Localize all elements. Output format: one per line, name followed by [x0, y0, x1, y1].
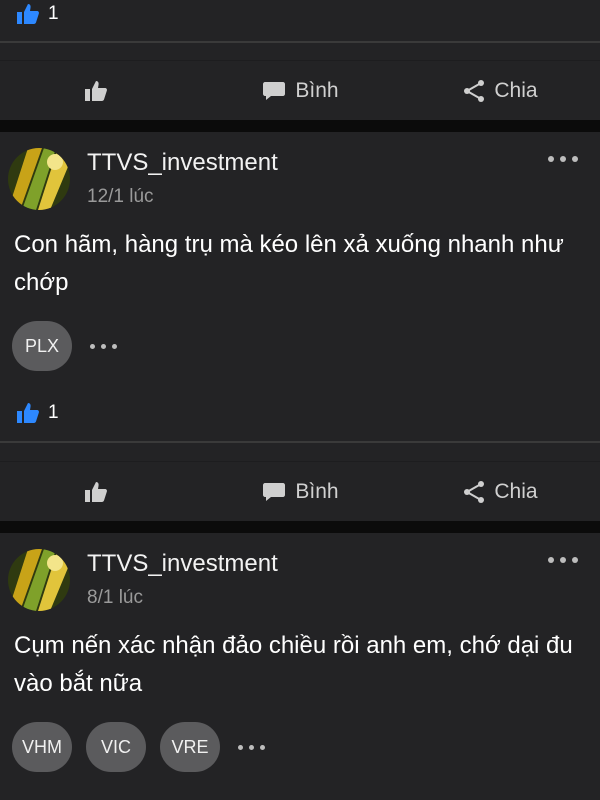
post-timestamp[interactable]: 8/1 lúc	[87, 587, 143, 609]
thumbs-up-icon	[85, 482, 107, 502]
stock-tags: VHM VIC VRE	[12, 722, 265, 772]
avatar-image	[8, 549, 70, 611]
share-icon	[464, 80, 485, 102]
stock-tag[interactable]: VRE	[160, 722, 220, 772]
comment-icon	[263, 483, 286, 501]
more-dots-icon	[548, 156, 554, 162]
post-body: Con hãm, hàng trụ mà kéo lên xả xuống nh…	[14, 231, 564, 296]
like-summary[interactable]: 1	[16, 401, 59, 425]
tags-more-button[interactable]	[90, 343, 117, 349]
action-bar: Bình Chia	[0, 60, 600, 121]
action-bar: Bình Chia	[0, 461, 600, 522]
comment-button[interactable]: Bình	[200, 480, 400, 504]
thumbs-up-icon	[85, 81, 107, 101]
like-count: 1	[48, 3, 59, 24]
post-author[interactable]: TTVS_investment	[87, 149, 278, 177]
post-body: Cụm nến xác nhận đảo chiều rồi anh em, c…	[14, 632, 573, 697]
share-button[interactable]: Chia	[400, 79, 600, 103]
post-options-button[interactable]	[548, 557, 578, 563]
post-separator	[0, 120, 600, 132]
comment-button[interactable]: Bình	[200, 79, 400, 103]
more-dots-icon	[90, 343, 95, 349]
stock-tag[interactable]: PLX	[12, 321, 72, 371]
section-divider	[0, 441, 600, 443]
post-timestamp[interactable]: 12/1 lúc	[87, 186, 154, 208]
thumbs-up-icon	[17, 4, 39, 24]
post-separator	[0, 521, 600, 533]
tags-more-button[interactable]	[238, 744, 265, 750]
share-icon	[464, 481, 485, 503]
stock-tag[interactable]: VHM	[12, 722, 72, 772]
more-dots-icon	[560, 557, 566, 563]
stock-tags: PLX	[12, 321, 117, 371]
post-author[interactable]: TTVS_investment	[87, 550, 278, 578]
post-options-button[interactable]	[548, 156, 578, 162]
more-dots-icon	[249, 744, 254, 750]
share-button[interactable]: Chia	[400, 480, 600, 504]
more-dots-icon	[260, 744, 265, 750]
more-dots-icon	[560, 156, 566, 162]
more-dots-icon	[572, 156, 578, 162]
avatar[interactable]	[8, 148, 70, 210]
comment-label: Bình	[295, 79, 339, 102]
comment-label: Bình	[295, 480, 339, 503]
avatar[interactable]	[8, 549, 70, 611]
more-dots-icon	[238, 744, 243, 750]
like-button[interactable]	[0, 79, 200, 103]
like-summary[interactable]: 1	[16, 2, 59, 26]
share-label: Chia	[494, 79, 538, 102]
more-dots-icon	[548, 557, 554, 563]
like-count: 1	[48, 402, 59, 423]
avatar-image	[8, 148, 70, 210]
comment-icon	[263, 82, 286, 100]
more-dots-icon	[572, 557, 578, 563]
like-button[interactable]	[0, 480, 200, 504]
thumbs-up-icon	[17, 403, 39, 423]
section-divider	[0, 41, 600, 43]
stock-tag[interactable]: VIC	[86, 722, 146, 772]
more-dots-icon	[101, 343, 106, 349]
share-label: Chia	[494, 480, 538, 503]
more-dots-icon	[112, 343, 117, 349]
